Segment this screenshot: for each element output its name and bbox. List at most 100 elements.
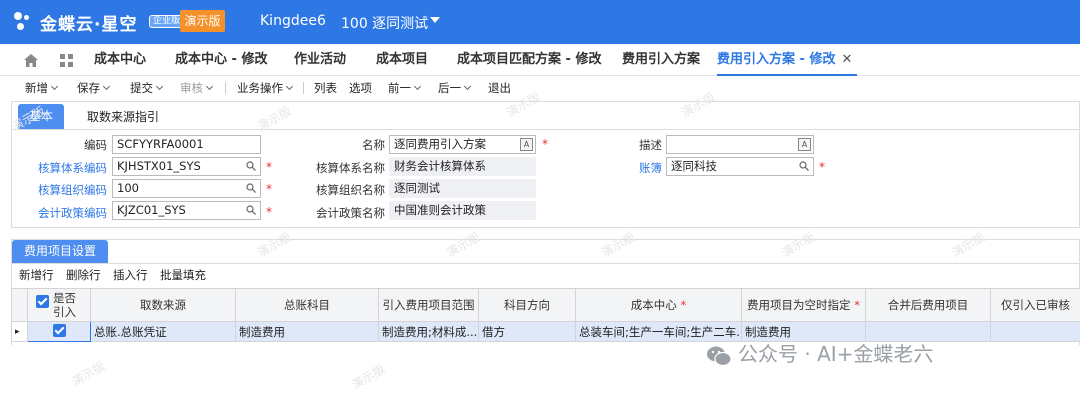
next-button[interactable]: 后一 — [438, 80, 470, 96]
tab-cost-center-edit[interactable]: 成本中心 - 修改 — [175, 44, 267, 76]
list-button[interactable]: 列表 — [314, 80, 337, 96]
row-marker-header — [12, 289, 28, 322]
col-header-merged-item[interactable]: 合并后费用项目 — [866, 289, 991, 322]
top-bar: 金蝶云·星空 企业版 演示版 Kingdee6 100 逐同测试 — [0, 0, 1080, 44]
new-button[interactable]: 新增 — [25, 80, 57, 96]
save-button[interactable]: 保存 — [77, 80, 109, 96]
wechat-watermark: 公众号 · AI+金蝶老六 — [706, 338, 933, 364]
tab-cost-item[interactable]: 成本项目 — [376, 44, 428, 76]
description-label: 描述 — [580, 137, 662, 153]
multilang-icon[interactable]: A — [798, 138, 811, 151]
tab-cost-item-match-edit[interactable]: 成本项目匹配方案 - 修改 — [457, 44, 601, 76]
chevron-down-icon — [103, 83, 110, 90]
required-mark: * — [542, 137, 548, 151]
audited-only-cell[interactable] — [991, 322, 1080, 342]
direction-cell[interactable]: 借方 — [479, 322, 576, 342]
col-header-default-item[interactable]: 费用项目为空时指定 * — [742, 289, 866, 322]
kingdee-logo[interactable]: 金蝶云·星空 企业版 — [12, 10, 172, 34]
tab-label: 费用引入方案 - 修改 — [717, 52, 835, 67]
policy-code-label[interactable]: 会计政策编码 — [20, 205, 107, 221]
col-header-cost-center[interactable]: 成本中心 * — [576, 289, 742, 322]
book-label[interactable]: 账簿 — [600, 160, 662, 176]
toolbar: 新增 保存 提交 审核 业务操作 列表 选项 前一 后一 退出 — [0, 76, 1080, 99]
brand-name: 金蝶云·星空 — [40, 10, 137, 35]
acct-org-name-label: 核算组织名称 — [300, 182, 385, 198]
col-header-scope[interactable]: 引入费用项目范围 — [379, 289, 479, 322]
book-input[interactable]: 逐同科技 — [666, 157, 814, 176]
import-checkbox-cell[interactable] — [28, 322, 91, 342]
source-cell[interactable]: 总账.总账凭证 — [91, 322, 236, 342]
chevron-down-icon — [286, 83, 293, 90]
chevron-down-icon — [464, 83, 471, 90]
acct-system-name-label: 核算体系名称 — [300, 160, 385, 176]
search-icon[interactable] — [246, 161, 256, 171]
audit-button[interactable]: 审核 — [180, 80, 212, 96]
tab-basic[interactable]: 基本 — [18, 104, 64, 129]
options-button[interactable]: 选项 — [349, 80, 372, 96]
acct-org-code-input[interactable]: 100 — [112, 179, 261, 198]
required-mark: * — [266, 182, 272, 196]
tab-cost-center[interactable]: 成本中心 — [94, 44, 146, 76]
chevron-down-icon — [156, 83, 163, 90]
required-mark: * — [266, 205, 272, 219]
tab-expense-import[interactable]: 费用引入方案 — [622, 44, 700, 76]
chevron-down-icon[interactable] — [430, 17, 440, 23]
table-header-row: 是否引入 取数来源 总账科目 引入费用项目范围 科目方向 成本中心 * 费用项目… — [12, 289, 1080, 322]
acct-org-name-value: 逐同测试 — [389, 179, 536, 198]
multilang-icon[interactable]: A — [520, 138, 533, 151]
select-all-checkbox[interactable] — [36, 295, 49, 308]
close-icon[interactable]: ✕ — [841, 52, 852, 67]
home-icon[interactable] — [24, 54, 38, 67]
business-ops-button[interactable]: 业务操作 — [237, 80, 292, 96]
search-icon[interactable] — [246, 205, 256, 215]
name-label: 名称 — [300, 137, 385, 153]
tenant-name[interactable]: Kingdee6 — [260, 13, 326, 29]
search-icon[interactable] — [799, 161, 809, 171]
chevron-down-icon — [414, 83, 421, 90]
code-label: 编码 — [40, 137, 107, 153]
policy-name-value: 中国准则会计政策 — [389, 201, 536, 220]
batch-fill-button[interactable]: 批量填充 — [160, 267, 206, 283]
exit-button[interactable]: 退出 — [488, 80, 511, 96]
col-header-direction[interactable]: 科目方向 — [479, 289, 576, 322]
acct-system-code-input[interactable]: KJHSTX01_SYS — [112, 157, 261, 176]
acct-system-name-value: 财务会计核算体系 — [389, 157, 536, 176]
required-mark: * — [266, 160, 272, 174]
wechat-icon — [706, 345, 732, 367]
demo-badge: 演示版 — [180, 10, 225, 32]
chevron-down-icon — [206, 83, 213, 90]
search-icon[interactable] — [246, 183, 256, 193]
delete-row-button[interactable]: 删除行 — [66, 267, 101, 283]
acct-org-code-label[interactable]: 核算组织编码 — [20, 182, 107, 198]
tab-source-guide[interactable]: 取数来源指引 — [87, 105, 159, 129]
prev-button[interactable]: 前一 — [388, 80, 420, 96]
chevron-down-icon — [51, 83, 58, 90]
tab-bar: 成本中心 成本中心 - 修改 作业活动 成本项目 成本项目匹配方案 - 修改 费… — [0, 44, 1080, 76]
row-marker: ▸ — [12, 322, 28, 342]
add-row-button[interactable]: 新增行 — [19, 267, 54, 283]
col-header-source[interactable]: 取数来源 — [91, 289, 236, 322]
tab-activity[interactable]: 作业活动 — [294, 44, 346, 76]
org-selector[interactable]: 100 逐同测试 — [341, 13, 428, 33]
name-input[interactable]: 逐同费用引入方案A — [389, 135, 536, 154]
col-header-audited-only[interactable]: 仅引入已审核 — [991, 289, 1080, 322]
app-grid-icon[interactable] — [60, 54, 73, 67]
policy-code-input[interactable]: KJZC01_SYS — [112, 201, 261, 220]
import-checkbox[interactable] — [53, 324, 66, 337]
tab-expense-import-edit[interactable]: 费用引入方案 - 修改 ✕ — [717, 44, 857, 76]
description-input[interactable]: A — [666, 135, 814, 154]
tab-expense-settings[interactable]: 费用项目设置 — [12, 240, 108, 263]
required-mark: * — [819, 160, 825, 174]
gl-account-cell[interactable]: 制造费用 — [236, 322, 379, 342]
insert-row-button[interactable]: 插入行 — [113, 267, 148, 283]
acct-system-code-label[interactable]: 核算体系编码 — [20, 160, 107, 176]
scope-cell[interactable]: 制造费用;材料成... — [379, 322, 479, 342]
col-header-import[interactable]: 是否引入 — [28, 289, 91, 322]
edition-badge: 企业版 — [149, 15, 184, 28]
policy-name-label: 会计政策名称 — [300, 205, 385, 221]
expense-table: 是否引入 取数来源 总账科目 引入费用项目范围 科目方向 成本中心 * 费用项目… — [11, 288, 1080, 342]
col-header-gl-account[interactable]: 总账科目 — [236, 289, 379, 322]
submit-button[interactable]: 提交 — [130, 80, 162, 96]
code-input[interactable]: SCFYYRFA0001 — [112, 135, 261, 154]
logo-mark-icon — [12, 12, 34, 32]
